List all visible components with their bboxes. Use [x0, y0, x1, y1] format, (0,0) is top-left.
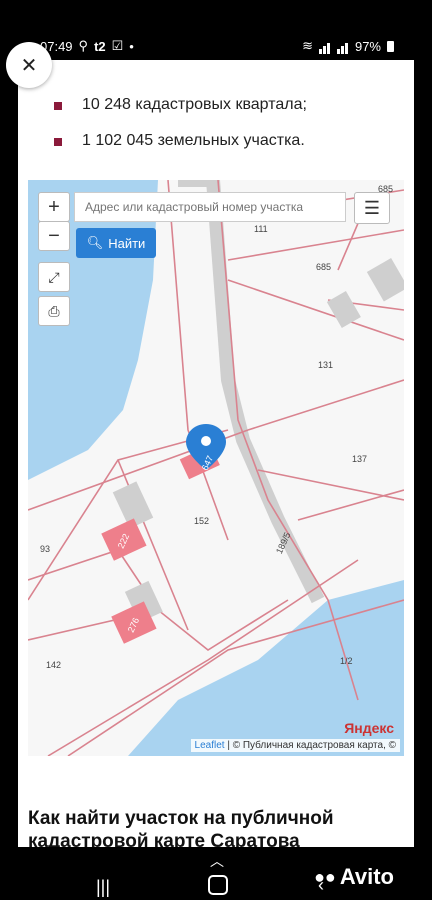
parcel-label: 93	[40, 544, 51, 554]
chevron-up-icon[interactable]: ︿	[210, 851, 224, 871]
battery-percent: 97%	[354, 38, 381, 54]
search-icon: ⚲	[78, 38, 89, 53]
zoom-out-button[interactable]: −	[38, 221, 70, 251]
print-icon[interactable]: ⎙	[38, 296, 70, 326]
map-attribution: Leaflet | © Публичная кадастровая карта,…	[190, 739, 400, 752]
map-canvas	[28, 180, 404, 756]
parcel-label: 685	[316, 262, 332, 272]
find-button[interactable]: 🔍︎ Найти	[76, 228, 156, 258]
parcel-label: 131	[318, 360, 334, 370]
search-icon: 🔍︎	[86, 235, 104, 250]
signal-icon	[318, 39, 331, 54]
bullet-marker	[54, 102, 62, 110]
bullet-text: 1 102 045 земельных участка.	[82, 132, 305, 149]
parcel-label: 152	[194, 516, 210, 526]
signal-icon	[336, 39, 349, 54]
menu-icon[interactable]: ☰	[354, 192, 390, 224]
parcel-label: 137	[352, 454, 368, 464]
status-right: ≋ 97%	[302, 38, 394, 54]
leaflet-link[interactable]: Leaflet	[195, 740, 225, 751]
close-button[interactable]: ✕	[6, 42, 52, 88]
avito-watermark: ●● Avito	[314, 864, 394, 890]
bullet-text: 10 248 кадастровых квартала;	[82, 96, 307, 113]
carrier-label: t2	[94, 38, 106, 54]
close-icon: ✕	[20, 54, 38, 77]
avito-text: Avito	[339, 864, 394, 889]
wifi-icon: ≋	[302, 38, 313, 53]
page-content: 10 248 кадастровых квартала; 1 102 045 з…	[18, 60, 414, 847]
parcel-label: 142	[46, 660, 62, 670]
yandex-logo: Яндекс	[344, 720, 394, 736]
recent-apps-icon[interactable]: |||	[96, 877, 110, 898]
cadastral-search-input[interactable]	[74, 192, 346, 222]
dot-icon: •	[129, 38, 134, 54]
find-button-label: Найти	[108, 235, 146, 251]
attribution-text: | © Публичная кадастровая карта, ©	[224, 740, 396, 751]
home-icon[interactable]	[208, 875, 228, 895]
avito-logo-icon: ●●	[314, 866, 336, 887]
cadastral-map[interactable]: 685 111 685 131 137 152 93 142 1/2 189/5…	[28, 180, 404, 756]
checkbox-icon: ☑	[111, 38, 124, 53]
zoom-in-button[interactable]: +	[38, 192, 70, 222]
fullscreen-icon[interactable]: ⤢	[38, 262, 70, 292]
status-bar: 07:49 ⚲ t2 ☑ • ≋ 97%	[0, 32, 432, 60]
parcel-label: 1/2	[340, 656, 353, 666]
battery-icon	[387, 40, 394, 52]
bullet-marker	[54, 138, 62, 146]
parcel-label: 111	[254, 224, 268, 234]
status-left: 07:49 ⚲ t2 ☑ •	[40, 38, 134, 54]
